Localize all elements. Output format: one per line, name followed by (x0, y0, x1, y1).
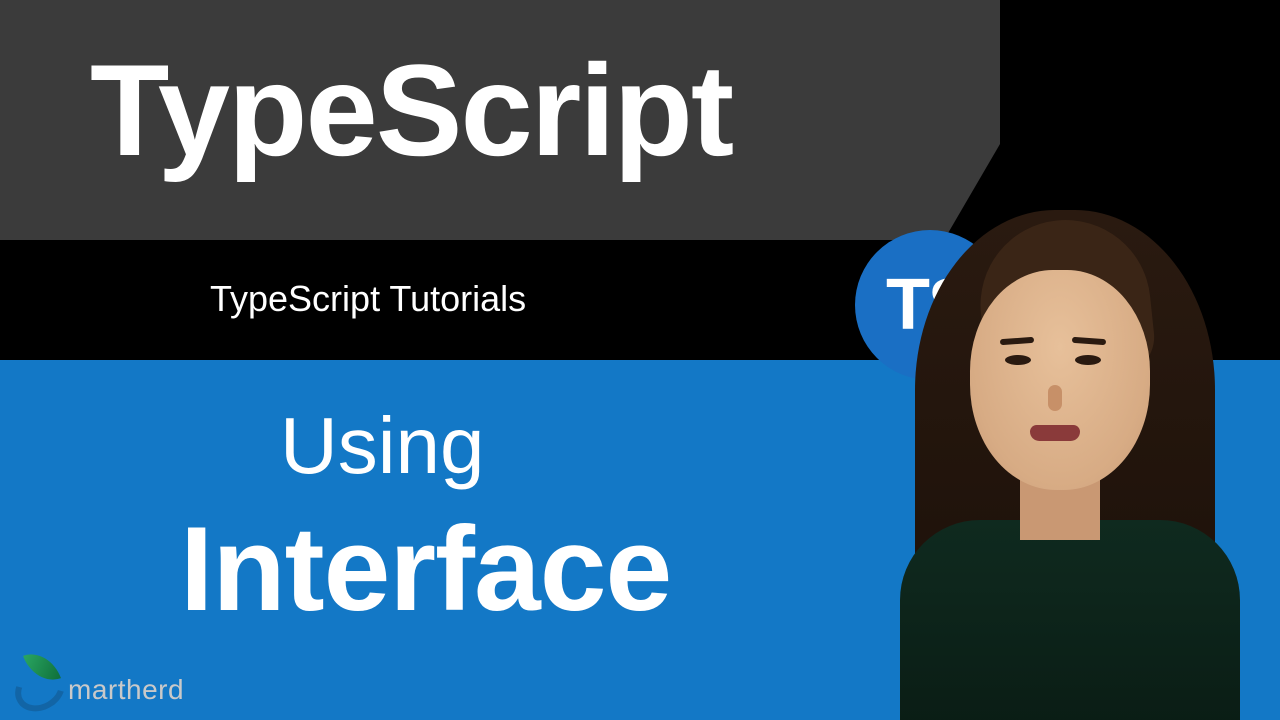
subtitle-text: TypeScript Tutorials (210, 278, 526, 320)
presenter-photo (860, 200, 1280, 720)
brand-logo: martherd (10, 648, 184, 712)
main-title: TypeScript (90, 35, 732, 185)
brand-logo-icon (10, 648, 74, 712)
topic-line-1: Using (280, 400, 485, 492)
topic-line-2: Interface (180, 500, 671, 638)
brand-name: martherd (68, 674, 184, 712)
thumbnail-stage: TypeScript TypeScript Tutorials Using In… (0, 0, 1280, 720)
